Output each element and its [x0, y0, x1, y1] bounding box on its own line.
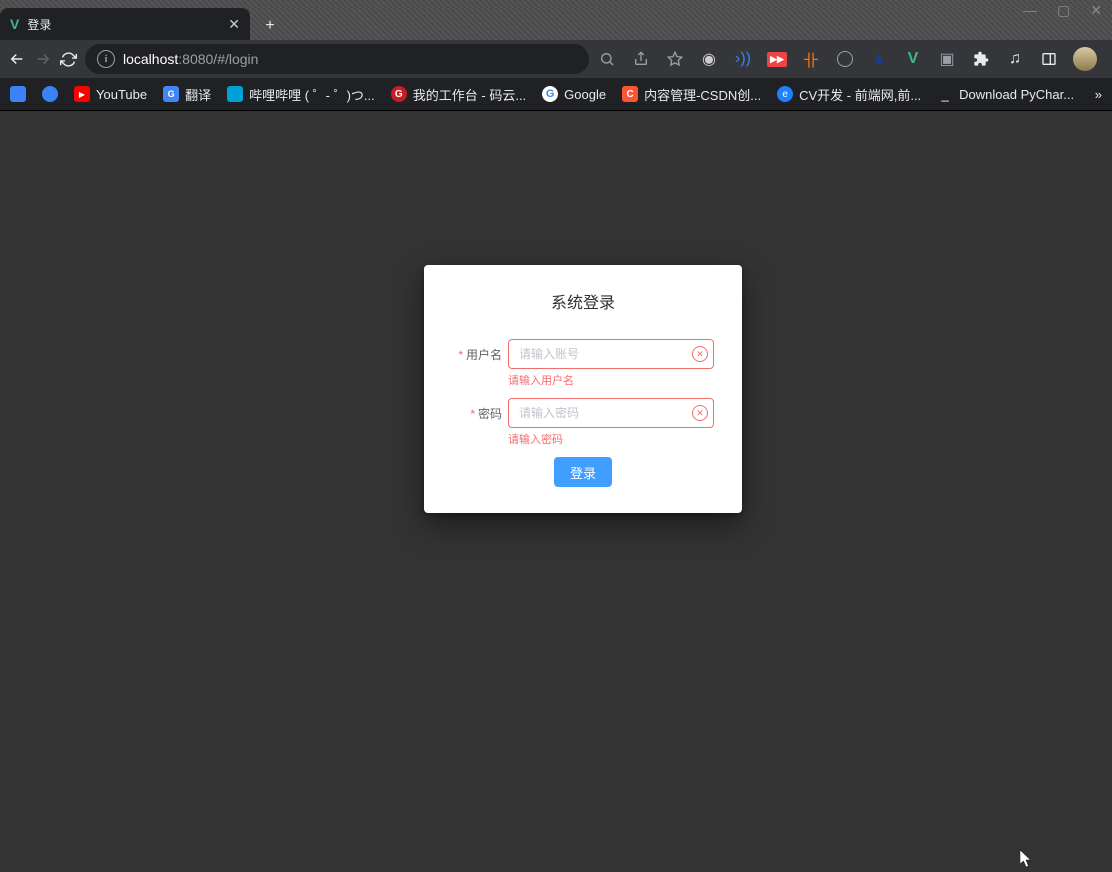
- back-button[interactable]: [8, 46, 26, 72]
- extension-icon[interactable]: ▲: [869, 49, 889, 69]
- password-input[interactable]: [508, 398, 714, 428]
- error-icon: ✕: [692, 346, 708, 362]
- login-title: 系统登录: [452, 289, 714, 313]
- password-row: *密码 ✕: [452, 398, 714, 428]
- address-bar[interactable]: i localhost:8080/#/login: [85, 44, 589, 74]
- new-tab-button[interactable]: +: [256, 12, 284, 40]
- close-tab-icon[interactable]: ✕: [228, 16, 240, 33]
- extension-icon[interactable]: ◉: [699, 49, 719, 69]
- google-icon: G: [542, 86, 558, 102]
- extension-icon[interactable]: ▣: [937, 49, 957, 69]
- youtube-icon: ▶: [74, 86, 90, 102]
- link-icon: _: [937, 86, 953, 102]
- side-panel-icon[interactable]: [1039, 49, 1059, 69]
- extensions-area: ◉ ›)) ▶▶ 卝 ▲ V ▣ ♫: [699, 49, 1059, 69]
- share-icon[interactable]: [631, 49, 651, 69]
- extension-icon[interactable]: 卝: [801, 49, 821, 69]
- tab-title: 登录: [27, 16, 51, 33]
- mouse-cursor-icon: [1020, 850, 1034, 868]
- browser-toolbar: i localhost:8080/#/login ◉ ›)) ▶▶ 卝 ▲ V …: [0, 40, 1112, 78]
- zoom-icon[interactable]: [597, 49, 617, 69]
- plus-icon: +: [265, 17, 274, 35]
- login-button[interactable]: 登录: [554, 457, 612, 487]
- bookmarks-bar: ▶YouTube G翻译 哔哩哔哩 ( ゜- ゜)つ... G我的工作台 - 码…: [0, 78, 1112, 111]
- bookmark-item[interactable]: [42, 86, 58, 102]
- link-icon: e: [777, 86, 793, 102]
- password-label: *密码: [452, 405, 502, 422]
- extension-icon[interactable]: V: [903, 49, 923, 69]
- reload-button[interactable]: [60, 46, 77, 72]
- username-input[interactable]: [508, 339, 714, 369]
- username-row: *用户名 ✕: [452, 339, 714, 369]
- bilibili-icon: [227, 86, 243, 102]
- bookmark-item[interactable]: eCV开发 - 前端网,前...: [777, 85, 921, 104]
- bookmark-item[interactable]: ▶YouTube: [74, 86, 147, 102]
- forward-button[interactable]: [34, 46, 52, 72]
- extension-icon[interactable]: ›)): [733, 49, 753, 69]
- extension-icon[interactable]: ▶▶: [767, 49, 787, 69]
- browser-tab-active[interactable]: V 登录 ✕: [0, 8, 250, 40]
- gitee-icon: G: [391, 86, 407, 102]
- window-controls: ― ▢ ✕: [1023, 0, 1112, 20]
- bookmark-item[interactable]: 哔哩哔哩 ( ゜- ゜)つ...: [227, 85, 375, 104]
- maximize-icon[interactable]: ▢: [1057, 2, 1070, 19]
- bookmark-item[interactable]: C内容管理-CSDN创...: [622, 85, 761, 104]
- extension-icon[interactable]: ♫: [1005, 49, 1025, 69]
- translate-icon: G: [163, 86, 179, 102]
- page-content: 系统登录 *用户名 ✕ 请输入用户名 *密码 ✕ 请输入密码 登录: [0, 112, 1112, 872]
- bookmark-icon: [10, 86, 26, 102]
- site-info-icon[interactable]: i: [97, 50, 115, 68]
- password-error: 请输入密码: [508, 431, 714, 447]
- extension-icon[interactable]: [835, 49, 855, 69]
- profile-avatar[interactable]: [1073, 47, 1097, 71]
- bookmark-item[interactable]: [10, 86, 26, 102]
- login-card: 系统登录 *用户名 ✕ 请输入用户名 *密码 ✕ 请输入密码 登录: [424, 265, 742, 513]
- tab-strip: V 登录 ✕ +: [0, 8, 1112, 40]
- minimize-icon[interactable]: ―: [1023, 2, 1037, 18]
- csdn-icon: C: [622, 86, 638, 102]
- bookmarks-overflow-icon[interactable]: »: [1095, 87, 1102, 102]
- url-text: localhost:8080/#/login: [123, 51, 258, 67]
- username-label: *用户名: [452, 346, 502, 363]
- error-icon: ✕: [692, 405, 708, 421]
- bookmark-item[interactable]: _Download PyChar...: [937, 86, 1074, 102]
- bookmark-item[interactable]: GGoogle: [542, 86, 606, 102]
- close-window-icon[interactable]: ✕: [1090, 2, 1102, 19]
- vue-icon: V: [10, 16, 19, 32]
- username-error: 请输入用户名: [508, 372, 714, 388]
- extensions-puzzle-icon[interactable]: [971, 49, 991, 69]
- bookmark-item[interactable]: G我的工作台 - 码云...: [391, 85, 526, 104]
- window-titlebar: [0, 0, 1112, 8]
- paw-icon: [42, 86, 58, 102]
- bookmark-item[interactable]: G翻译: [163, 85, 211, 104]
- bookmark-star-icon[interactable]: [665, 49, 685, 69]
